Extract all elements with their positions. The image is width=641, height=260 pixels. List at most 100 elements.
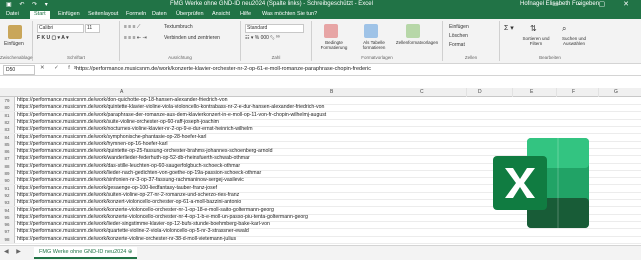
tab-daten[interactable]: Daten xyxy=(152,11,167,17)
excel-logo-icon xyxy=(493,138,589,228)
row-number[interactable]: 91 xyxy=(0,184,15,192)
url-cell[interactable]: https://performance.musicsnm.de/work/qua… xyxy=(17,228,249,235)
url-cell[interactable]: https://performance.musicsnm.de/work/kon… xyxy=(17,236,236,243)
url-cell[interactable]: https://performance.musicsnm.de/work/kon… xyxy=(17,207,274,214)
autosum-icon[interactable]: Σ ▾ xyxy=(504,24,514,32)
column-header-b[interactable]: B xyxy=(330,89,333,95)
wrap-text-button[interactable]: Textumbruch xyxy=(164,24,193,30)
row-number[interactable]: 96 xyxy=(0,221,15,229)
url-cell[interactable]: https://performance.musicsnm.de/work/don… xyxy=(17,97,227,104)
formula-buttons[interactable]: ✕ ✓ fx xyxy=(40,65,81,71)
url-cell[interactable]: https://performance.musicsnm.de/work/sui… xyxy=(17,119,219,126)
url-cell[interactable]: https://performance.musicsnm.de/work/qui… xyxy=(17,148,272,155)
tab-ansicht[interactable]: Ansicht xyxy=(212,11,230,17)
insert-cells-button[interactable]: Einfügen xyxy=(449,24,469,30)
group-label: Zwischenablage xyxy=(0,55,33,60)
tab-hilfe[interactable]: Hilfe xyxy=(240,11,251,17)
url-cell[interactable]: https://performance.musicsnm.de/work/hym… xyxy=(17,141,168,148)
column-header-c[interactable]: C xyxy=(420,89,424,95)
conditional-format-button[interactable]: Bedingte Formatierung xyxy=(314,40,354,50)
sheet-tab-bar: ◀ ▶ FMG Werke ohne GND-ID neu2024 ⊕ xyxy=(0,245,641,260)
sort-filter-icon[interactable]: ⇅ xyxy=(530,24,537,33)
delete-cells-button[interactable]: Löschen xyxy=(449,33,468,39)
number-format-select[interactable]: Standard xyxy=(245,24,304,33)
tab-formeln[interactable]: Formeln xyxy=(126,11,146,17)
align-top-icons[interactable]: ≡ ≡ ≡ ⟋ xyxy=(124,24,140,30)
row-number[interactable]: 89 xyxy=(0,170,15,178)
row-number[interactable]: 85 xyxy=(0,140,15,148)
url-cell[interactable]: https://performance.musicsnm.de/work/wan… xyxy=(17,155,250,162)
column-header-a[interactable]: A xyxy=(120,89,123,95)
ribbon: Einfügen Zwischenablage Calibri 11 F K U… xyxy=(0,19,641,64)
column-header-g[interactable]: G xyxy=(614,89,618,95)
url-cell[interactable]: https://performance.musicsnm.de/work/sym… xyxy=(17,134,206,141)
url-cell[interactable]: https://performance.musicsnm.de/work/sin… xyxy=(17,177,244,184)
font-size-select[interactable]: 11 xyxy=(85,24,100,33)
formula-bar: D50 ✕ ✓ fx https://performance.musicsnm.… xyxy=(0,64,641,76)
merge-center-button[interactable]: Verbinden und zentrieren xyxy=(164,35,220,41)
url-cell[interactable]: https://performance.musicsnm.de/work/ges… xyxy=(17,185,217,192)
sheet-nav-arrows[interactable]: ◀ ▶ xyxy=(4,248,24,255)
url-cell[interactable]: https://performance.musicsnm.de/work/kon… xyxy=(17,199,241,206)
row-number[interactable]: 86 xyxy=(0,148,15,156)
tab-start[interactable]: Start xyxy=(30,11,50,19)
url-cell[interactable]: https://performance.musicsnm.de/work/lie… xyxy=(17,221,270,228)
url-cell[interactable]: https://performance.musicsnm.de/work/sui… xyxy=(17,192,239,199)
row-number[interactable]: 93 xyxy=(0,199,15,207)
row-number[interactable]: 98 xyxy=(0,235,15,243)
paste-button[interactable]: Einfügen xyxy=(4,41,24,47)
cell-styles-button[interactable]: Zellenformatvorlagen xyxy=(394,40,440,45)
url-cell[interactable]: https://performance.musicsnm.de/work/das… xyxy=(17,163,240,170)
font-name-select[interactable]: Calibri xyxy=(37,24,84,33)
tab-seitenlayout[interactable]: Seitenlayout xyxy=(88,11,118,17)
group-label: Schriftart xyxy=(66,55,85,60)
format-as-table-button[interactable]: Als Tabelle formatieren xyxy=(354,40,394,50)
tab-einfuegen[interactable]: Einfügen xyxy=(58,11,80,17)
row-number[interactable]: 97 xyxy=(0,228,15,236)
format-table-icon[interactable] xyxy=(364,24,378,38)
formula-input[interactable]: https://performance.musicsnm.de/work/kon… xyxy=(76,66,371,72)
window-controls[interactable]: ▭ – ▢ ✕ xyxy=(552,0,637,8)
row-number[interactable]: 81 xyxy=(0,111,15,119)
url-cell[interactable]: https://performance.musicsnm.de/work/qui… xyxy=(17,104,324,111)
align-left-icons[interactable]: ≡ ≡ ≡ ⇤ ⇥ xyxy=(124,35,147,41)
url-cell[interactable]: https://performance.musicsnm.de/work/lie… xyxy=(17,170,261,177)
column-headers: A B C D E F G xyxy=(0,88,641,97)
row-number[interactable]: 87 xyxy=(0,155,15,163)
quick-access-toolbar[interactable]: ▣ ↶ ↷ ▾ xyxy=(6,1,51,8)
conditional-format-icon[interactable] xyxy=(324,24,338,38)
paste-icon[interactable] xyxy=(8,25,22,39)
sort-filter-button[interactable]: Sortieren und Filtern xyxy=(518,36,554,46)
format-cells-button[interactable]: Format xyxy=(449,42,465,48)
row-number[interactable]: 90 xyxy=(0,177,15,185)
table-row[interactable]: 98 https://performance.musicsnm.de/work/k… xyxy=(0,235,641,244)
row-number[interactable]: 95 xyxy=(0,213,15,221)
row-number[interactable]: 82 xyxy=(0,118,15,127)
number-format-icons[interactable]: ☷ ▾ % 000 ⁰₀ ⁰⁰ xyxy=(245,35,280,41)
column-header-f[interactable]: F xyxy=(572,89,575,95)
row-number[interactable]: 80 xyxy=(0,104,15,112)
tell-me-search[interactable]: Was möchten Sie tun? xyxy=(262,11,317,17)
name-box[interactable]: D50 xyxy=(3,65,35,75)
find-select-button[interactable]: Suchen und Auswählen xyxy=(554,36,594,46)
tab-datei[interactable]: Datei xyxy=(6,11,19,17)
bold-italic-underline-icons[interactable]: F K U ▢ ▾ A ▾ xyxy=(37,35,69,41)
ribbon-tabs: Datei Start Einfügen Seitenlayout Formel… xyxy=(0,10,641,19)
row-number[interactable]: 79 xyxy=(0,97,15,105)
url-cell[interactable]: https://performance.musicsnm.de/work/noc… xyxy=(17,126,253,133)
cell-styles-icon[interactable] xyxy=(406,24,420,38)
row-number[interactable]: 92 xyxy=(0,191,15,200)
group-label: Zahl xyxy=(271,55,281,60)
search-icon[interactable]: ⌕ xyxy=(562,24,566,34)
row-number[interactable]: 84 xyxy=(0,133,15,141)
url-cell[interactable]: https://performance.musicsnm.de/work/par… xyxy=(17,112,326,119)
sheet-tab-active[interactable]: FMG Werke ohne GND-ID neu2024 ⊕ xyxy=(34,247,138,259)
row-number[interactable]: 88 xyxy=(0,162,15,170)
url-cell[interactable]: https://performance.musicsnm.de/work/kon… xyxy=(17,214,308,221)
row-number[interactable]: 83 xyxy=(0,126,15,134)
row-number[interactable]: 94 xyxy=(0,206,15,214)
group-label: Ausrichtung xyxy=(168,55,192,60)
tab-ueberpruefen[interactable]: Überprüfen xyxy=(176,11,204,17)
column-header-e[interactable]: E xyxy=(530,89,533,95)
column-header-d[interactable]: D xyxy=(478,89,482,95)
